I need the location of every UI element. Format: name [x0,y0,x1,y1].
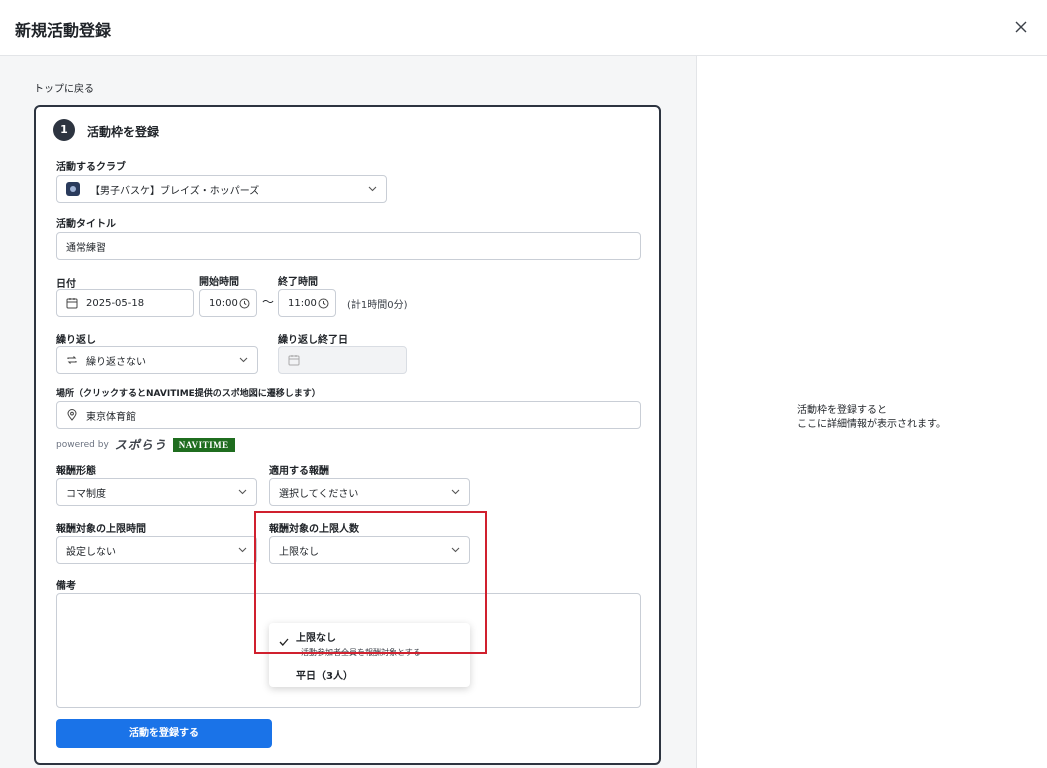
modal-header: 新規活動登録 [0,0,1047,56]
chevron-down-icon [451,489,460,495]
location-value: 東京体育館 [86,411,136,423]
calendar-icon [288,355,300,366]
repeat-end-label: 繰り返し終了日 [278,335,348,346]
pay-type-select[interactable]: コマ制度 [56,478,257,506]
pay-hours-value: 設定しない [66,546,116,558]
date-label: 日付 [56,279,76,290]
chevron-down-icon [368,186,377,192]
club-logo-icon [66,182,80,196]
end-time-label: 終了時間 [278,277,318,288]
back-to-top-link[interactable]: トップに戻る [34,80,94,95]
chevron-down-icon [451,547,460,553]
club-select-value: 【男子バスケ】ブレイズ・ホッパーズ [90,185,260,197]
club-select[interactable]: 【男子バスケ】ブレイズ・ホッパーズ [56,175,387,203]
activity-title-label: 活動タイトル [56,219,116,230]
end-time-value: 11:00 [288,297,317,309]
register-activity-button[interactable]: 活動を登録する [56,719,272,748]
detail-pane: 活動枠を登録すると ここに詳細情報が表示されます。 [697,56,1047,768]
card-title: 活動枠を登録 [87,125,160,139]
activity-title-input[interactable]: 通常練習 [56,232,641,260]
end-time-input[interactable]: 11:00 [278,289,336,317]
date-value: 2025-05-18 [86,297,145,309]
chevron-down-icon [239,357,248,363]
pay-apply-select[interactable]: 選択してください [269,478,470,506]
calendar-icon [66,298,78,309]
club-label: 活動するクラブ [56,162,126,173]
pay-hours-label: 報酬対象の上限時間 [56,524,146,535]
repeat-value: 繰り返さない [86,356,146,368]
start-time-input[interactable]: 10:00 [199,289,257,317]
navitime-logo: NAVITIME [172,437,235,452]
pay-people-label: 報酬対象の上限人数 [269,524,359,535]
clock-icon [239,298,250,309]
pay-people-dropdown-menu: 上限なし 活動参加者全員を報酬対象とする 平日（3人） [269,623,470,687]
detail-placeholder-text: 活動枠を登録すると ここに詳細情報が表示されます。 [797,405,946,430]
repeat-icon [67,356,77,364]
form-pane: トップに戻る 1 活動枠を登録 活動するクラブ 【男子バスケ】ブレイズ・ホッパー… [0,56,697,768]
date-input[interactable]: 2025-05-18 [56,289,194,317]
activity-title-value: 通常練習 [66,242,106,254]
powered-by: powered by スポらう NAVITIME [56,436,235,453]
pay-people-value: 上限なし [279,546,319,558]
duration-note: (計1時間0分) [347,300,408,311]
location-pin-icon [67,409,77,421]
clock-icon [318,298,329,309]
pay-apply-value: 選択してください [279,488,359,500]
time-separator: 〜 [262,295,275,309]
chevron-down-icon [238,489,247,495]
step-number-badge: 1 [53,119,75,141]
chevron-down-icon [238,547,247,553]
page-title: 新規活動登録 [15,21,112,40]
start-time-label: 開始時間 [199,277,239,288]
pay-type-value: コマ制度 [66,488,106,500]
location-label: 場所（クリックするとNAVITIME提供のスポ地図に遷移します） [56,389,321,399]
memo-label: 備考 [56,581,76,592]
repeat-select[interactable]: 繰り返さない [56,346,258,374]
pay-people-select[interactable]: 上限なし [269,536,470,564]
check-icon [279,638,289,646]
start-time-value: 10:00 [209,297,238,309]
activity-form-card: 1 活動枠を登録 活動するクラブ 【男子バスケ】ブレイズ・ホッパーズ 活動タイト… [34,105,661,765]
repeat-end-date-input[interactable] [278,346,407,374]
powered-by-text: powered by [56,439,109,450]
close-icon[interactable] [1010,16,1032,38]
option-description: 活動参加者全員を報酬対象とする [301,648,421,657]
dropdown-option-weekday[interactable]: 平日（3人） [296,667,353,682]
pay-type-label: 報酬形態 [56,466,96,477]
spo-logo: スポらう [114,438,167,452]
option-title: 上限なし [296,633,336,644]
pay-hours-select[interactable]: 設定しない [56,536,257,564]
location-input[interactable]: 東京体育館 [56,401,641,429]
pay-apply-label: 適用する報酬 [269,466,329,477]
repeat-label: 繰り返し [56,335,96,346]
